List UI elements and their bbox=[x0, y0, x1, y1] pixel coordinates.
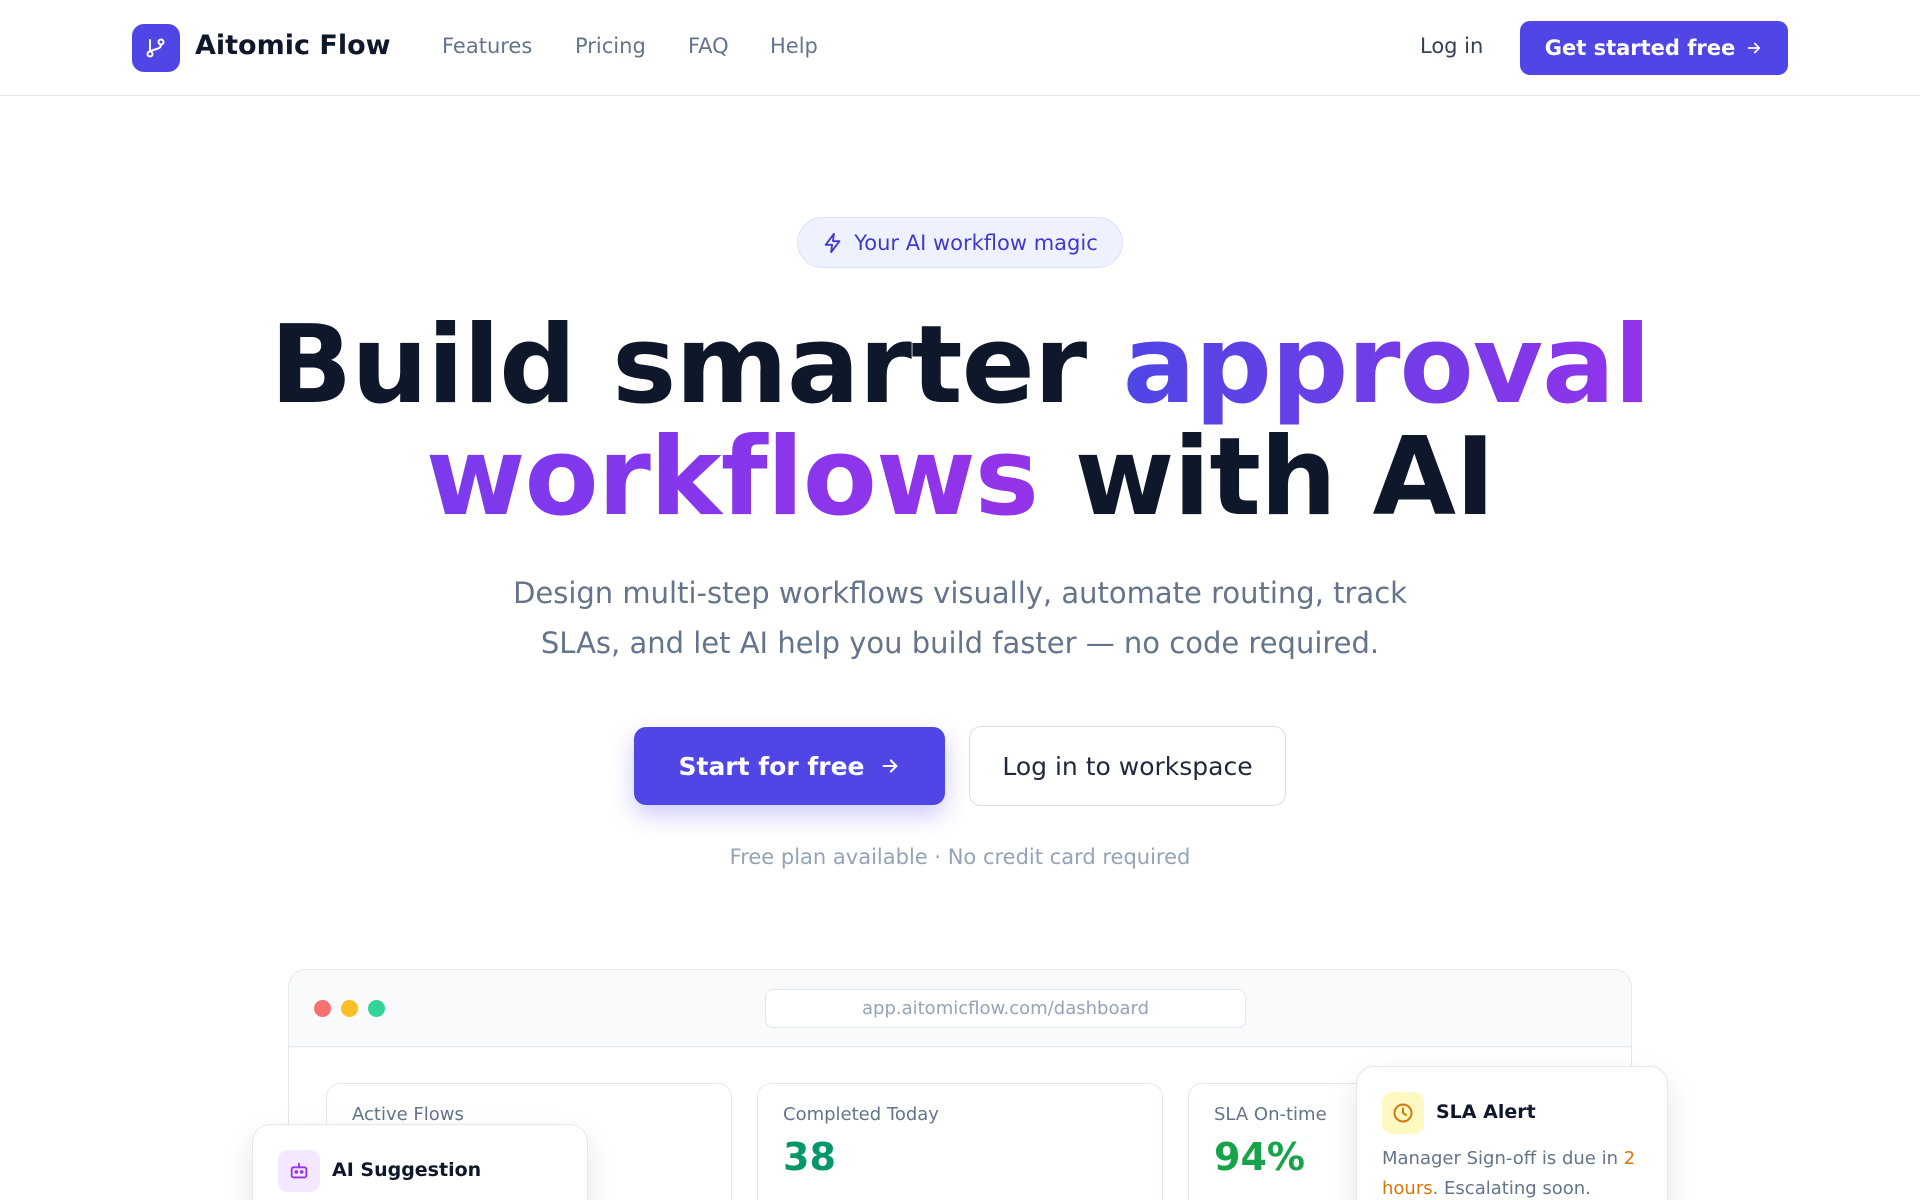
sla-alert-card: SLA Alert Manager Sign-off is due in 2 ho… bbox=[1356, 1066, 1668, 1200]
start-free-label: Start for free bbox=[678, 751, 865, 781]
get-started-button[interactable]: Get started free bbox=[1520, 21, 1788, 75]
login-link[interactable]: Log in bbox=[1420, 30, 1483, 62]
branch-icon bbox=[146, 38, 165, 58]
start-free-button[interactable]: Start for free bbox=[634, 727, 945, 805]
hero-headline: Build smarter approval workflows with AI bbox=[0, 310, 1920, 534]
hero-badge-label: Your AI workflow magic bbox=[854, 230, 1098, 255]
clock-icon bbox=[1393, 1103, 1413, 1123]
sla-highlight-number: 2 bbox=[1623, 1148, 1636, 1169]
clock-icon-wrap bbox=[1382, 1092, 1424, 1134]
brand-name[interactable]: Aitomic Flow bbox=[195, 28, 391, 64]
sla-highlight-unit: hours bbox=[1382, 1178, 1433, 1199]
sla-alert-text: Manager Sign-off is due in 2 hours. Escal… bbox=[1382, 1144, 1652, 1200]
stat-label: Completed Today bbox=[783, 1104, 939, 1125]
window-minimize-dot bbox=[341, 1000, 358, 1017]
login-workspace-button[interactable]: Log in to workspace bbox=[969, 726, 1286, 806]
stat-label: Active Flows bbox=[352, 1104, 464, 1125]
sla-alert-title: SLA Alert bbox=[1436, 1101, 1536, 1123]
headline-part-2: with AI bbox=[1038, 415, 1496, 540]
window-close-dot bbox=[314, 1000, 331, 1017]
arrow-right-icon bbox=[882, 759, 897, 773]
get-started-label: Get started free bbox=[1544, 36, 1736, 60]
stat-label: SLA On-time bbox=[1214, 1104, 1327, 1125]
hero-badge: Your AI workflow magic bbox=[797, 217, 1123, 268]
sla-text-after: . Escalating soon. bbox=[1432, 1178, 1591, 1199]
hero-subtitle-line-2: SLAs, and let AI help you build faster —… bbox=[540, 626, 1380, 660]
browser-toolbar: app.aitomicflow.com/dashboard bbox=[289, 970, 1631, 1047]
robot-icon bbox=[290, 1162, 308, 1179]
nav-link-pricing[interactable]: Pricing bbox=[575, 30, 646, 62]
hero-subtitle: Design multi-step workflows visually, au… bbox=[460, 568, 1460, 668]
stat-value: 94% bbox=[1214, 1135, 1305, 1179]
arrow-right-icon bbox=[1748, 42, 1761, 54]
stat-value: 38 bbox=[783, 1135, 836, 1179]
hero-subtitle-line-1: Design multi-step workflows visually, au… bbox=[513, 576, 1407, 610]
hero-note: Free plan available · No credit card req… bbox=[729, 845, 1191, 869]
nav-link-faq[interactable]: FAQ bbox=[688, 30, 729, 62]
nav-link-features[interactable]: Features bbox=[442, 30, 532, 62]
ai-suggestion-title: AI Suggestion bbox=[332, 1159, 482, 1181]
window-maximize-dot bbox=[368, 1000, 385, 1017]
top-navbar: Aitomic Flow Features Pricing FAQ Help L… bbox=[0, 0, 1920, 96]
robot-icon-wrap bbox=[278, 1150, 320, 1192]
address-bar: app.aitomicflow.com/dashboard bbox=[765, 989, 1246, 1028]
stat-card-completed-today: Completed Today 38 bbox=[757, 1083, 1163, 1200]
lightning-icon bbox=[824, 232, 841, 253]
headline-accent-2: workflows bbox=[425, 415, 1039, 540]
nav-link-help[interactable]: Help bbox=[770, 30, 818, 62]
sla-text-before: Manager Sign-off is due in bbox=[1382, 1148, 1624, 1169]
headline-part-1: Build smarter bbox=[269, 303, 1123, 428]
ai-suggestion-card: AI Suggestion bbox=[252, 1124, 588, 1200]
headline-accent-1: approval bbox=[1122, 303, 1651, 428]
logo-mark[interactable] bbox=[132, 24, 180, 72]
